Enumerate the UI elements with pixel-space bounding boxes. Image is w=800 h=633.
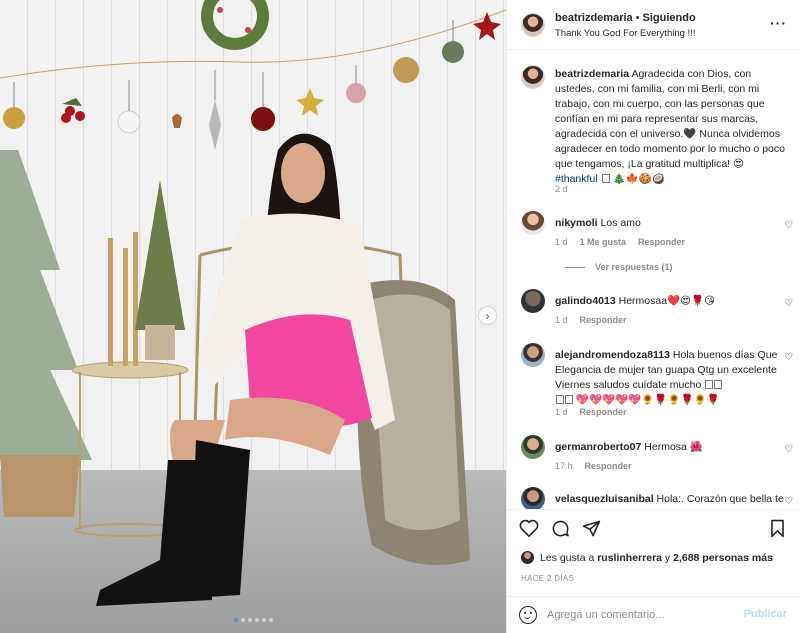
missing-glyph-icon [556, 395, 564, 404]
view-replies-button[interactable]: Ver respuestas (1) [565, 262, 673, 272]
caption-username[interactable]: beatrizdemaria [555, 68, 629, 80]
comment-time[interactable]: 1 d [555, 315, 568, 325]
post-header: beatrizdemaria • Siguiendo Thank You God F… [507, 0, 800, 50]
comment-text: velasquezluisanibal Hola:. Corazón que b… [555, 492, 785, 509]
author-username[interactable]: beatrizdemaria [555, 12, 633, 24]
liker-avatar[interactable] [521, 551, 534, 564]
comment-body: Los amo [600, 217, 641, 229]
commenter-avatar[interactable] [521, 435, 545, 459]
heart-icon[interactable]: ♡ [784, 220, 793, 231]
photo-scene [0, 0, 506, 606]
author-avatar[interactable] [521, 65, 545, 89]
heart-icon[interactable] [519, 519, 539, 537]
commenter-username[interactable]: nikymoli [555, 217, 598, 229]
comment-input[interactable] [547, 606, 737, 624]
heart-icon[interactable]: ♡ [784, 352, 793, 363]
bookmark-icon[interactable] [769, 519, 786, 538]
reply-button[interactable]: Responder [638, 237, 685, 247]
author-avatar[interactable] [521, 13, 545, 37]
header-user-line: beatrizdemaria • Siguiendo [555, 12, 696, 24]
caption-time[interactable]: 2 d [555, 184, 568, 194]
missing-glyph-icon [714, 380, 723, 389]
comment-time[interactable]: 17 h [555, 461, 573, 471]
post-modal: › beatrizdemaria • Siguiendo Thank You God… [0, 0, 800, 633]
comment-emojis: 💖💖💖💖💖🌻🌹🌻🌹🌻🌹 [575, 394, 720, 406]
carousel-dot [268, 618, 273, 622]
next-slide-button[interactable]: › [478, 306, 497, 325]
post-media[interactable]: › [0, 0, 506, 633]
carousel-dot [240, 618, 245, 622]
comments-list[interactable]: beatrizdemaria Agradecida con Dios, con … [507, 51, 800, 509]
carousel-dots [0, 618, 506, 622]
commenter-username[interactable]: galindo4013 [555, 295, 616, 307]
reply-button[interactable]: Responder [580, 315, 627, 325]
commenter-avatar[interactable] [521, 343, 545, 367]
comment-time[interactable]: 1 d [555, 237, 568, 247]
action-bar [507, 509, 800, 545]
post-date[interactable]: HACE 2 DÍAS [521, 574, 574, 583]
caption-emojis: 🎄🍁🍪🥥 [612, 173, 665, 185]
commenter-username[interactable]: alejandromendoza8113 [555, 349, 670, 361]
comment-body: Hermosa 🌺 [644, 441, 703, 453]
reply-button[interactable]: Responder [585, 461, 632, 471]
heart-icon[interactable]: ♡ [784, 496, 793, 507]
commenter-username[interactable]: velasquezluisanibal [555, 493, 654, 505]
post-side-panel: beatrizdemaria • Siguiendo Thank You God F… [506, 0, 800, 633]
commenter-username[interactable]: germanroberto07 [555, 441, 641, 453]
view-replies-label: Ver respuestas (1) [595, 262, 673, 272]
follow-status[interactable]: Siguiendo [643, 12, 696, 24]
comment-text: germanroberto07 Hermosa 🌺 [555, 440, 785, 455]
separator-dot: • [635, 12, 640, 24]
commenter-avatar[interactable] [521, 211, 545, 235]
replies-line [565, 267, 585, 269]
likes-count[interactable]: 2,688 personas más [673, 552, 773, 564]
missing-glyph-icon [601, 174, 610, 183]
comment-body: Hermosaa❤️😍🌹😘 [618, 295, 716, 307]
header-subtitle[interactable]: Thank You God For Everything !!! [555, 28, 695, 39]
comment-meta: 1 d Responder [555, 315, 639, 325]
more-options-icon[interactable]: ··· [770, 15, 787, 31]
carousel-dot [247, 618, 252, 622]
likes-prefix: Les gusta a [540, 552, 595, 564]
likes-summary: Les gusta a ruslinherrera y 2,688 person… [521, 551, 773, 564]
comment-text: nikymoli Los amo [555, 216, 785, 231]
comment-text: alejandromendoza8113 Hola buenos días Qu… [555, 348, 785, 408]
paper-plane-icon[interactable] [582, 519, 601, 538]
emoji-icon[interactable] [519, 606, 537, 624]
comment-bubble-icon[interactable] [551, 519, 570, 538]
reply-button[interactable]: Responder [580, 407, 627, 417]
carousel-dot [233, 618, 238, 622]
carousel-dot [261, 618, 266, 622]
carousel-dot [254, 618, 259, 622]
commenter-avatar[interactable] [521, 289, 545, 313]
comment-meta: 1 d Responder [555, 407, 639, 417]
liker-username[interactable]: ruslinherrera [597, 552, 662, 564]
comment-meta: 17 h Responder [555, 461, 644, 471]
heart-icon[interactable]: ♡ [784, 298, 793, 309]
likes-connector: y [664, 552, 671, 564]
comment-time[interactable]: 1 d [555, 407, 568, 417]
add-comment-bar: Publicar [507, 596, 800, 633]
missing-glyph-icon [565, 395, 573, 404]
publish-button[interactable]: Publicar [744, 608, 787, 620]
heart-icon[interactable]: ♡ [784, 444, 793, 455]
comment-likes[interactable]: 1 Me gusta [580, 237, 627, 247]
comment-text: galindo4013 Hermosaa❤️😍🌹😘 [555, 294, 785, 309]
commenter-avatar[interactable] [521, 487, 545, 509]
chevron-right-icon: › [485, 308, 490, 323]
caption-text: beatrizdemaria Agradecida con Dios, con … [555, 67, 793, 187]
missing-glyph-icon [705, 380, 714, 389]
caption-body: Agradecida con Dios, con ustedes, con mi… [555, 68, 785, 170]
comment-meta: 1 d 1 Me gusta Responder [555, 237, 697, 247]
